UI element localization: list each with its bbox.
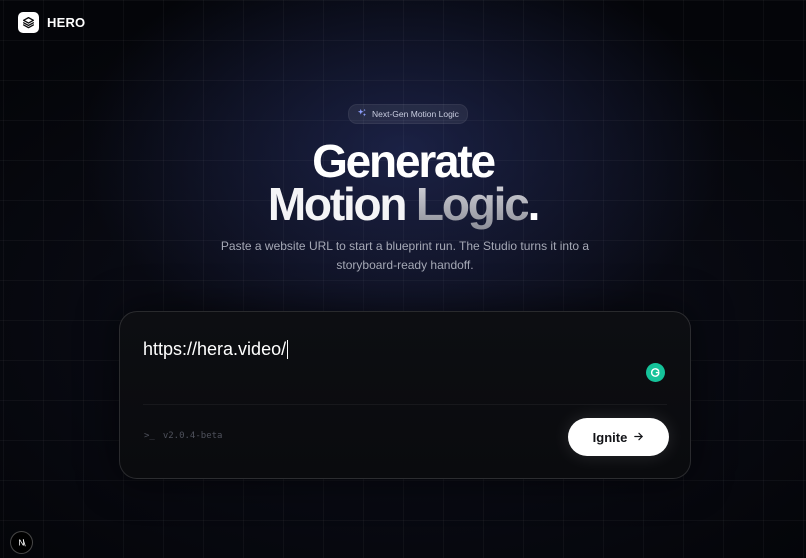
url-input[interactable] — [143, 336, 623, 362]
badge-label: Next-Gen Motion Logic — [372, 109, 459, 119]
landing-page: HERO Next-Gen Motion Logic Generate Moti… — [0, 0, 806, 558]
arrow-right-icon — [633, 430, 644, 445]
ignite-button[interactable]: Ignite — [568, 418, 669, 456]
grammarly-icon[interactable] — [646, 363, 665, 382]
headline-period: . — [527, 178, 541, 230]
url-composer-card: >_ v2.0.4-beta Ignite — [119, 311, 691, 479]
layers-icon — [18, 12, 39, 33]
ignite-label: Ignite — [592, 429, 628, 445]
dev-indicator-letter: N — [18, 537, 24, 547]
brand-logo[interactable]: HERO — [18, 12, 85, 33]
feature-badge: Next-Gen Motion Logic — [348, 104, 468, 124]
brand-name: HERO — [47, 15, 86, 30]
headline-word-logic: Logic — [415, 178, 530, 230]
version-text: v2.0.4-beta — [162, 431, 223, 441]
composer-divider — [143, 404, 667, 405]
version-label: >_ v2.0.4-beta — [144, 431, 222, 441]
dev-indicator-button[interactable]: N — [10, 531, 33, 554]
sparkle-icon — [357, 108, 367, 120]
headline-line-2: Motion Logic. — [0, 181, 806, 227]
text-caret — [287, 340, 289, 359]
headline-word-motion: Motion — [267, 178, 408, 230]
terminal-prompt-icon: >_ — [144, 431, 155, 441]
dev-indicator-icon: N — [18, 537, 26, 547]
hero-subtitle: Paste a website URL to start a blueprint… — [220, 239, 590, 272]
